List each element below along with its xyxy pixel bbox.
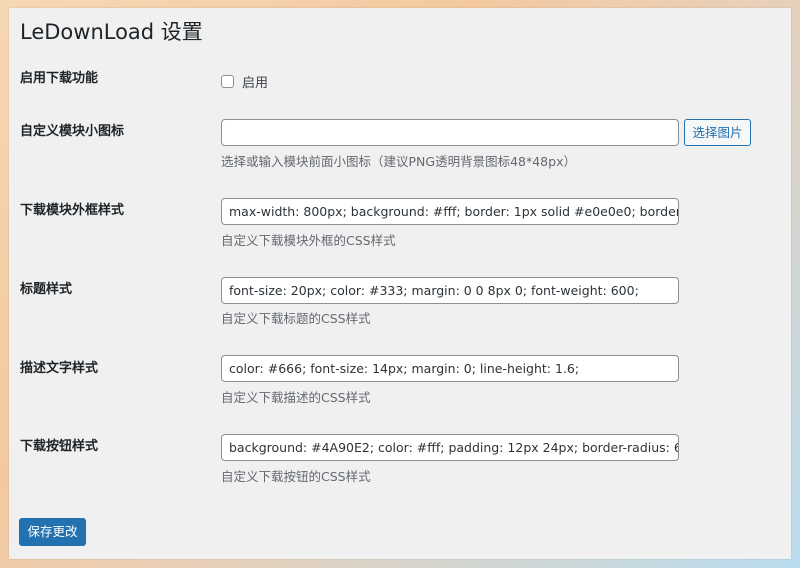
select-image-button[interactable]: 选择图片 [684,119,751,146]
button-style-input[interactable]: background: #4A90E2; color: #fff; paddin… [221,434,679,461]
button-style-description: 自定义下载按钮的CSS样式 [221,469,371,484]
title-style-description: 自定义下载标题的CSS样式 [221,311,371,326]
settings-panel: LeDownLoad 设置 启用下载功能 启用 自定义模块小图标 选择图片 选择… [9,8,791,559]
box-style-description: 自定义下载模块外框的CSS样式 [221,233,396,248]
desc-style-description: 自定义下载描述的CSS样式 [221,390,371,405]
icon-description: 选择或输入模块前面小图标（建议PNG透明背景图标48*48px） [221,154,576,169]
enable-checkbox-label[interactable]: 启用 [242,72,268,91]
enable-checkbox[interactable] [221,74,234,88]
page-title: LeDownLoad 设置 [20,20,203,44]
desc-style-input[interactable]: color: #666; font-size: 14px; margin: 0;… [221,355,679,382]
box-style-input[interactable]: max-width: 800px; background: #fff; bord… [221,198,679,225]
enable-checkbox-wrap[interactable]: 启用 [221,72,268,91]
box-style-label: 下载模块外框样式 [20,203,125,218]
icon-input[interactable] [221,119,679,146]
save-changes-button[interactable]: 保存更改 [19,518,86,546]
title-style-input[interactable]: font-size: 20px; color: #333; margin: 0 … [221,277,679,304]
title-style-label: 标题样式 [20,282,73,297]
button-style-label: 下载按钮样式 [20,439,99,454]
icon-label: 自定义模块小图标 [20,124,125,139]
desc-style-label: 描述文字样式 [20,361,99,376]
enable-label: 启用下载功能 [20,71,99,86]
